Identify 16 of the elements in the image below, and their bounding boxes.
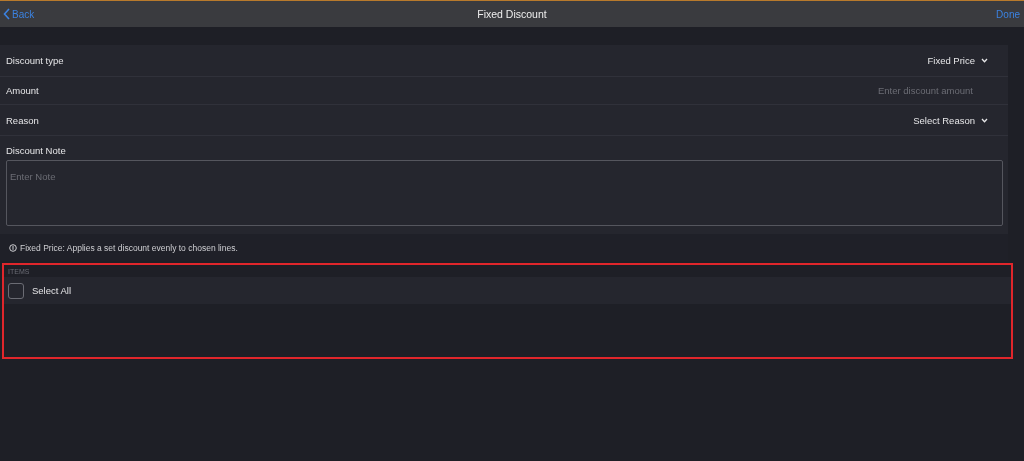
checkbox-label: Select All xyxy=(32,285,72,296)
field-label: Amount xyxy=(6,85,39,96)
chevron-down-icon xyxy=(981,58,988,63)
info-icon xyxy=(9,243,17,252)
info-text: Fixed Price: Applies a set discount evenly to chosen lines. xyxy=(20,242,238,253)
field-label: Discount type xyxy=(6,55,64,66)
dropdown[interactable]: Fixed Price xyxy=(927,55,988,66)
field-label: Reason xyxy=(6,114,39,126)
chevron-left-icon xyxy=(3,8,10,20)
amount-field[interactable]: Enter discount amount xyxy=(773,85,988,96)
field-label: Discount Note xyxy=(6,145,66,156)
note-field[interactable]: Enter Note xyxy=(6,160,1003,226)
chevron-down-icon xyxy=(981,117,988,123)
screen-title: Fixed Discount xyxy=(477,8,547,20)
dropdown[interactable]: Select Reason xyxy=(913,114,988,126)
checkbox[interactable] xyxy=(8,282,24,299)
